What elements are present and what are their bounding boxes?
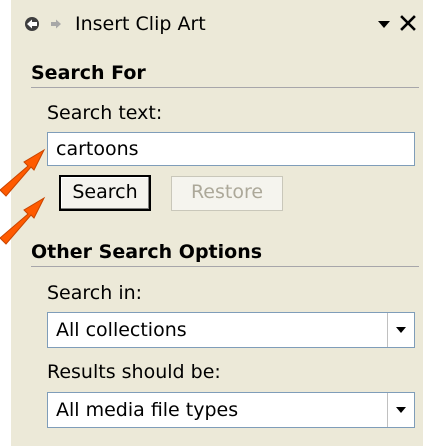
- results-type-dropdown[interactable]: All media file types: [47, 392, 415, 428]
- search-text-input[interactable]: [47, 132, 415, 166]
- forward-arrow-icon[interactable]: [45, 13, 67, 35]
- search-in-dropdown[interactable]: All collections: [47, 312, 415, 348]
- close-icon[interactable]: [397, 11, 419, 35]
- search-in-label: Search in:: [47, 282, 143, 304]
- other-search-options-heading: Other Search Options: [31, 240, 419, 267]
- search-in-value: All collections: [56, 319, 187, 341]
- search-for-heading: Search For: [31, 61, 419, 88]
- results-should-be-label: Results should be:: [47, 361, 221, 383]
- chevron-down-icon[interactable]: [387, 393, 414, 427]
- search-text-label: Search text:: [47, 102, 163, 124]
- chevron-down-icon[interactable]: [387, 313, 414, 347]
- search-button[interactable]: Search: [59, 175, 151, 211]
- results-type-value: All media file types: [56, 399, 239, 421]
- pane-title: Insert Clip Art: [75, 13, 206, 35]
- restore-button: Restore: [171, 176, 283, 211]
- insert-clip-art-task-pane: Insert Clip Art Search For Search text: …: [11, 0, 423, 446]
- triangle-down-icon[interactable]: [373, 13, 395, 35]
- back-arrow-icon[interactable]: [21, 13, 43, 35]
- task-pane-title-bar: Insert Clip Art: [11, 0, 423, 46]
